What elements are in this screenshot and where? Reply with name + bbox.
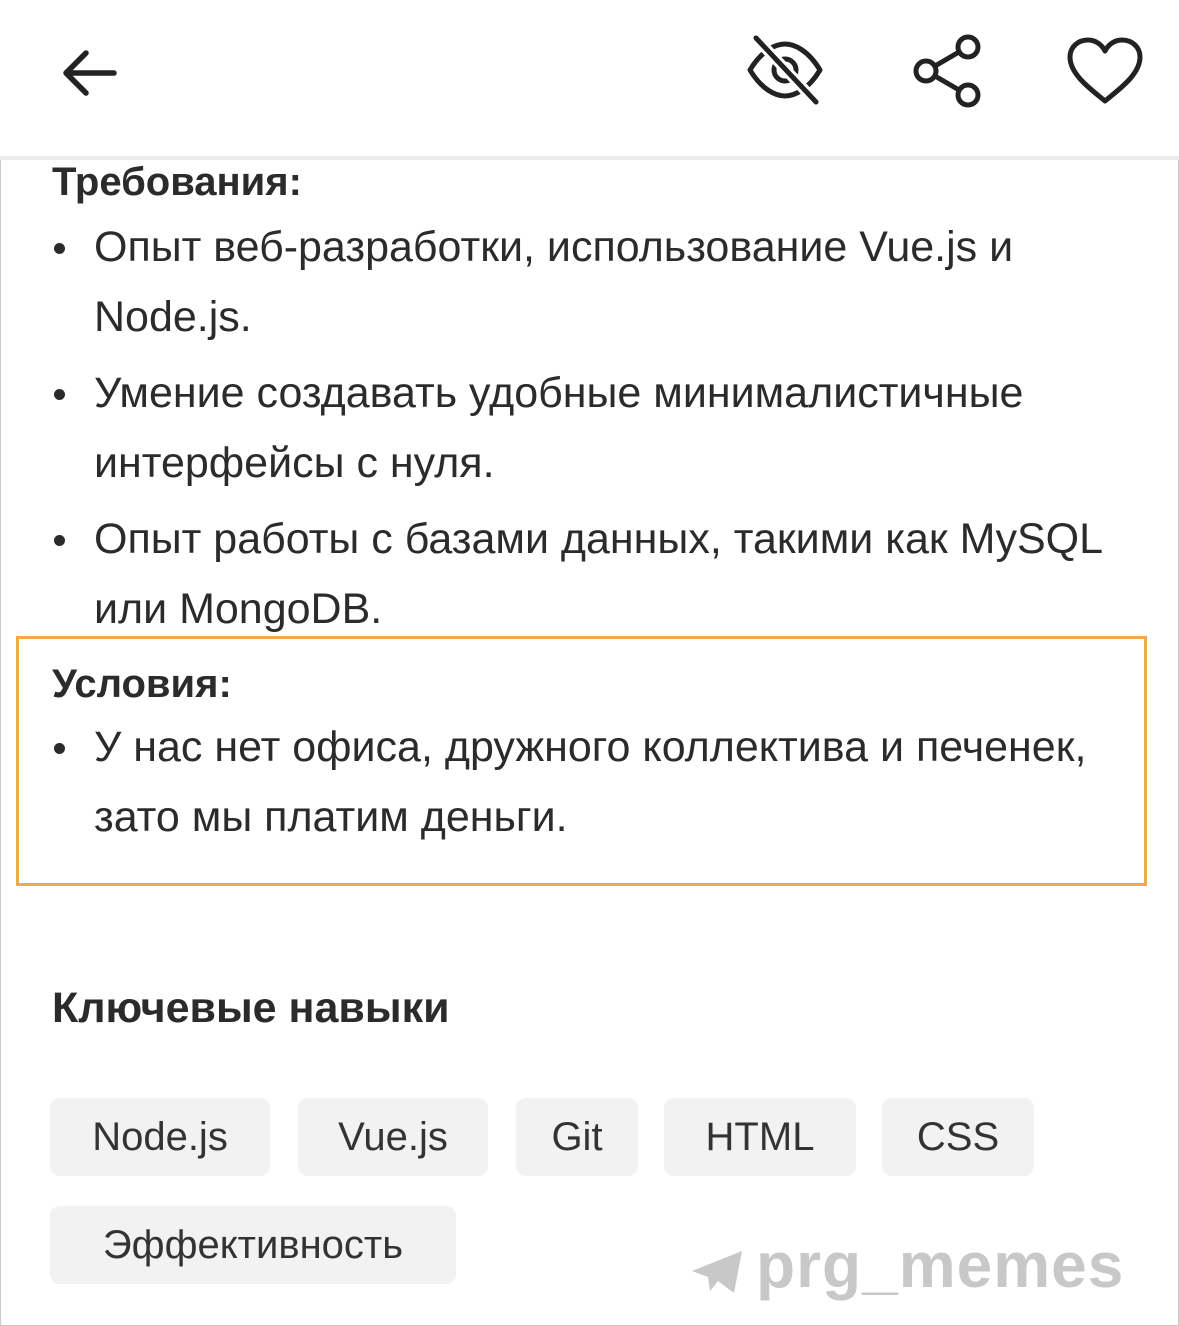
skill-chip-html[interactable]: HTML	[664, 1098, 856, 1176]
skill-chip-nodejs[interactable]: Node.js	[50, 1098, 270, 1176]
list-item: Умение создавать удобные минималистичные…	[52, 358, 1112, 498]
skill-chip-git[interactable]: Git	[516, 1098, 638, 1176]
conditions-title: Условия:	[52, 662, 232, 706]
hide-button[interactable]	[740, 30, 830, 110]
arrow-left-icon	[63, 50, 117, 96]
skill-chip-css[interactable]: CSS	[882, 1098, 1034, 1176]
watermark: prg_memes	[690, 1228, 1124, 1302]
requirements-title: Требования:	[52, 160, 302, 204]
back-button[interactable]	[55, 38, 125, 108]
requirements-list: Опыт веб-разработки, использование Vue.j…	[52, 212, 1112, 650]
skill-chip-efficiency[interactable]: Эффективность	[50, 1206, 456, 1284]
telegram-icon	[692, 1251, 742, 1293]
list-item: Опыт работы с базами данных, такими как …	[52, 504, 1112, 644]
watermark-text: prg_memes	[756, 1229, 1125, 1301]
favorite-button[interactable]	[1060, 32, 1150, 112]
list-item: У нас нет офиса, дружного коллектива и п…	[52, 712, 1112, 852]
share-button[interactable]	[905, 28, 990, 113]
eye-off-icon	[747, 32, 823, 108]
skills-title: Ключевые навыки	[52, 984, 450, 1032]
top-toolbar	[0, 0, 1179, 160]
list-item: Опыт веб-разработки, использование Vue.j…	[52, 212, 1112, 352]
heart-icon	[1067, 37, 1143, 104]
share-icon	[913, 34, 980, 107]
conditions-list: У нас нет офиса, дружного коллектива и п…	[52, 712, 1112, 858]
skill-chip-vuejs[interactable]: Vue.js	[298, 1098, 488, 1176]
